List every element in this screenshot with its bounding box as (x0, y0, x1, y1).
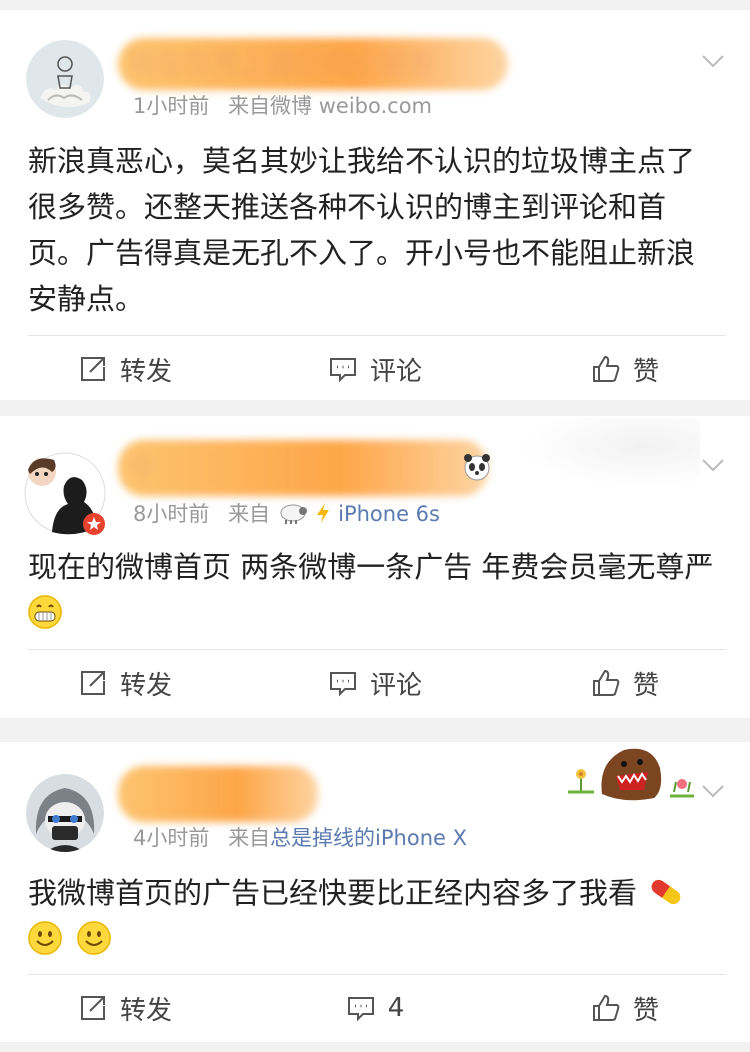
post-source-prefix: 来自微博 (228, 94, 313, 118)
smile-emoji-icon (28, 921, 62, 955)
repost-label: 转发 (119, 995, 172, 1026)
comment-button[interactable]: 4 (250, 975, 500, 1041)
flower-icon (566, 764, 596, 794)
repost-button[interactable]: 转发 (0, 336, 250, 402)
post-time: 8小时前 (133, 502, 210, 526)
action-bar: 转发 评论 赞 (0, 650, 750, 716)
action-bar: 转发 4 赞 (0, 975, 750, 1041)
comment-icon (329, 358, 356, 383)
avatar[interactable] (26, 40, 104, 118)
lightning-icon (317, 503, 330, 523)
chevron-down-icon[interactable] (700, 778, 726, 804)
username-redacted[interactable]: 我在世界上最好的小哥哥 (118, 38, 508, 90)
repost-label: 转发 (119, 670, 172, 701)
repost-button[interactable]: 转发 (0, 975, 250, 1041)
sprout-icon (668, 772, 696, 798)
repost-button[interactable]: 转发 (0, 650, 250, 716)
username-redacted[interactable] (118, 766, 318, 822)
chevron-down-icon[interactable] (700, 452, 726, 478)
repost-icon (80, 996, 105, 1020)
post-source[interactable]: iPhone 6s (338, 502, 440, 526)
post-time: 1小时前 (133, 94, 210, 118)
thumbs-up-icon (592, 669, 620, 696)
chevron-down-icon[interactable] (700, 48, 726, 74)
like-label: 赞 (632, 670, 659, 701)
post-content: 现在的微博首页 两条微博一条广告 年费会员毫无尊严 (28, 544, 718, 636)
comment-label: 评论 (369, 670, 422, 701)
repost-label: 转发 (119, 356, 172, 387)
weibo-post[interactable]: 我在世界上最好的小哥哥 1小时前 来自微博 weibo.com 新浪真恶心，莫名… (0, 10, 750, 400)
pill-emoji-icon (651, 879, 681, 905)
repost-icon (80, 357, 105, 381)
smile-emoji-icon (77, 921, 112, 955)
domo-mascot-icon (594, 742, 666, 802)
like-label: 赞 (632, 356, 659, 387)
comment-count: 4 (387, 993, 405, 1023)
comment-button[interactable]: 评论 (250, 650, 500, 716)
grin-emoji-icon (28, 595, 62, 629)
comment-icon (329, 672, 356, 697)
post-text: 现在的微博首页 两条微博一条广告 年费会员毫无尊严 (28, 550, 714, 584)
like-label: 赞 (632, 995, 659, 1026)
like-button[interactable]: 赞 (500, 975, 750, 1041)
thumbs-up-icon (592, 994, 620, 1021)
repost-icon (80, 671, 105, 695)
like-button[interactable]: 赞 (500, 650, 750, 716)
weibo-post[interactable]: 4小时前 来自总是掉线的iPhone X 我微博首页的广告已经快要比正经内容多了… (0, 742, 750, 1042)
action-bar: 转发 评论 赞 (0, 336, 750, 402)
comment-button[interactable]: 评论 (250, 336, 500, 402)
like-button[interactable]: 赞 (500, 336, 750, 402)
post-source-prefix: 来自 (228, 826, 271, 850)
comment-label: 评论 (369, 356, 422, 387)
panda-icon (462, 452, 492, 482)
post-meta: 1小时前 来自微博 weibo.com (133, 90, 432, 120)
avatar[interactable] (24, 450, 106, 535)
post-meta: 8小时前 来自 iPhone 6s (133, 498, 440, 528)
weibo-post[interactable]: 今 8小时前 来自 iPhone 6s 现在的微博首页 两条微博一条广告 年费会… (0, 416, 750, 718)
post-time: 4小时前 (133, 826, 210, 850)
post-text: 我微博首页的广告已经快要比正经内容多了我看 (28, 876, 638, 910)
sheep-icon (280, 504, 307, 524)
thumbs-up-icon (592, 355, 620, 382)
post-meta: 4小时前 来自总是掉线的iPhone X (133, 822, 467, 852)
post-source-prefix: 来自 (228, 502, 271, 526)
post-source: weibo.com (318, 94, 433, 118)
comment-icon (347, 997, 374, 1022)
username-redacted[interactable]: 今 (118, 440, 488, 496)
post-source[interactable]: 总是掉线的iPhone X (270, 826, 467, 850)
avatar[interactable] (26, 774, 104, 852)
post-content: 新浪真恶心，莫名其妙让我给不认识的垃圾博主点了很多赞。还整天推送各种不认识的博主… (28, 144, 696, 316)
header-decoration (520, 418, 700, 488)
weibo-feed: 我在世界上最好的小哥哥 1小时前 来自微博 weibo.com 新浪真恶心，莫名… (0, 0, 750, 1052)
post-content: 我微博首页的广告已经快要比正经内容多了我看 (28, 870, 718, 962)
